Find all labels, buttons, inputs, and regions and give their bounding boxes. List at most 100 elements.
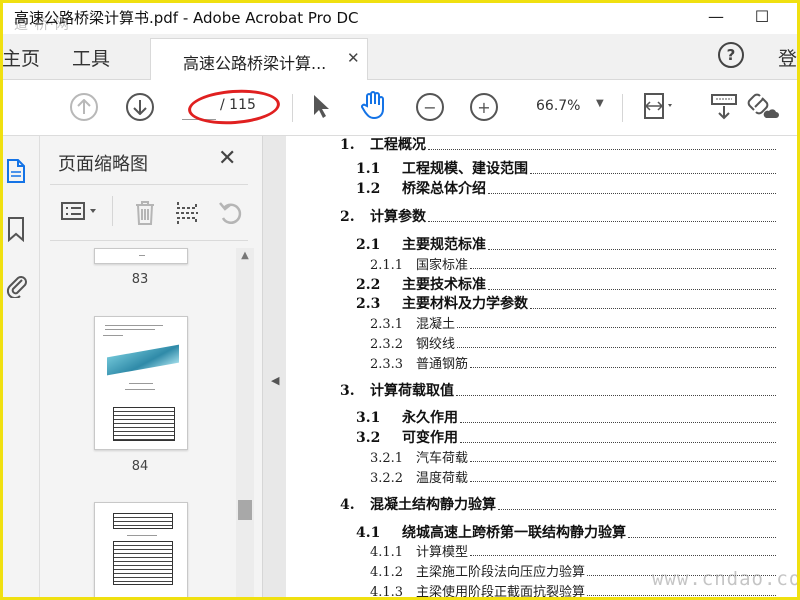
- thumbnail-label: 83: [131, 272, 149, 287]
- toc-title: 工程规模、建设范围: [402, 161, 528, 177]
- toc-entry[interactable]: 3.2.1 汽车荷载: [370, 447, 776, 466]
- toc-leader-dots: [530, 173, 776, 174]
- toc-title: 钢绞线: [416, 337, 456, 352]
- select-tool-button[interactable]: [312, 93, 330, 125]
- panel-divider: [50, 184, 248, 185]
- toc-leader-dots: [498, 509, 776, 510]
- toc-entry[interactable]: 4. 混凝土结构静力验算: [340, 494, 776, 514]
- toc-number: 2.3: [356, 296, 381, 312]
- thumbnail-label: 84: [131, 459, 149, 474]
- main-toolbar: / 115 − + 66.7% ▼: [0, 80, 800, 136]
- zoom-out-button[interactable]: −: [416, 93, 444, 121]
- page-thumbnail[interactable]: [94, 316, 188, 450]
- toc-entry[interactable]: 2.2 主要技术标准: [356, 274, 776, 294]
- thumb-table: [113, 407, 175, 441]
- rotate-page-button[interactable]: [218, 200, 244, 231]
- toc-leader-dots: [456, 395, 776, 396]
- zoom-dropdown-icon[interactable]: ▼: [596, 98, 604, 109]
- document-view[interactable]: 1. 工程概况 1.1 工程规模、建设范围 1.2 桥梁总体介绍 2. 计算参数 2.1 主要规范…: [286, 136, 800, 600]
- toc-title: 桥梁总体介绍: [402, 181, 486, 197]
- toc-entry[interactable]: 4.1 绕城高速上跨桥第一联结构静力验算: [356, 522, 776, 542]
- toc-leader-dots: [587, 595, 776, 596]
- toc-leader-dots: [530, 308, 776, 309]
- toc-title: 温度荷载: [416, 471, 469, 486]
- toc-number: 4.1: [356, 525, 381, 541]
- thumb-text-line: [129, 383, 153, 384]
- signin-link[interactable]: 登: [778, 44, 797, 71]
- page-thumbnail[interactable]: [94, 502, 188, 600]
- toc-leader-dots: [488, 193, 776, 194]
- toc-leader-dots: [470, 481, 776, 482]
- toc-title: 主要技术标准: [402, 277, 486, 293]
- pointer-arrow-icon: [314, 95, 329, 118]
- toc-leader-dots: [488, 249, 776, 250]
- close-panel-icon[interactable]: ✕: [218, 146, 236, 171]
- tab-home[interactable]: 主页: [2, 44, 40, 71]
- toc-entry[interactable]: 2.3 主要材料及力学参数: [356, 293, 776, 313]
- extract-page-button[interactable]: [174, 200, 200, 231]
- toc-title: 主梁使用阶段正截面抗裂验算: [416, 585, 586, 600]
- maximize-button[interactable]: ☐: [742, 4, 782, 28]
- page-thumbnails-panel: 页面缩略图 ✕ 83 84 85: [40, 136, 262, 600]
- bookmarks-button[interactable]: [6, 216, 26, 248]
- toc-number: 2.3.1: [370, 317, 404, 332]
- toc-entry[interactable]: 3.2.2 温度荷载: [370, 467, 776, 486]
- toc-number: 3.2: [356, 430, 381, 446]
- toc-entry[interactable]: 2.3.1 混凝土: [370, 313, 776, 332]
- toc-title: 混凝土: [416, 317, 456, 332]
- toc-entry[interactable]: 1.2 桥梁总体介绍: [356, 178, 776, 198]
- zoom-level-select[interactable]: 66.7%: [536, 98, 580, 114]
- hand-icon: [361, 91, 384, 120]
- toc-title: 工程概况: [370, 137, 426, 153]
- fit-page-button[interactable]: [642, 92, 676, 128]
- delete-page-button[interactable]: [134, 200, 156, 231]
- toc-entry[interactable]: 4.1.1 计算模型: [370, 541, 776, 560]
- thumb-text-line: [105, 329, 155, 330]
- toc-title: 主要材料及力学参数: [402, 296, 528, 312]
- page-thumbnails-button[interactable]: [6, 158, 26, 190]
- collapse-panel-handle[interactable]: ◀: [262, 136, 286, 600]
- keyboard-scroll-icon: [711, 94, 737, 120]
- zoom-in-button[interactable]: +: [470, 93, 498, 121]
- previous-page-button[interactable]: [70, 93, 98, 121]
- panel-title: 页面缩略图: [58, 154, 148, 175]
- thumb-bridge-model-image: [107, 344, 179, 376]
- thumb-table: [113, 513, 173, 529]
- thumbnail-options-button[interactable]: [60, 200, 100, 227]
- scrollbar-thumb[interactable]: [238, 500, 252, 520]
- toc-number: 1.2: [356, 181, 381, 197]
- thumbnail-scrollbar[interactable]: ▲: [236, 248, 254, 600]
- tab-document[interactable]: 高速公路桥梁计算... ✕: [150, 38, 368, 80]
- toc-leader-dots: [488, 289, 776, 290]
- toc-entry[interactable]: 2.1.1 国家标准: [370, 254, 776, 273]
- toc-entry[interactable]: 2.3.3 普通钢筋: [370, 353, 776, 372]
- attachments-button[interactable]: [6, 272, 28, 304]
- toc-number: 2.1.1: [370, 258, 404, 273]
- share-link-button[interactable]: [746, 90, 780, 128]
- toc-entry[interactable]: 3. 计算荷载取值: [340, 380, 776, 400]
- page-thumbnails-icon: [7, 159, 25, 183]
- toc-number: 2.3.2: [370, 337, 404, 352]
- toc-entry[interactable]: 2.3.2 钢绞线: [370, 333, 776, 352]
- toc-leader-dots: [470, 268, 776, 269]
- toc-leader-dots: [428, 149, 776, 150]
- toc-entry[interactable]: 1. 工程概况: [340, 136, 776, 154]
- scroll-mode-button[interactable]: [710, 92, 738, 128]
- toc-entry[interactable]: 3.1 永久作用: [356, 407, 776, 427]
- toc-entry[interactable]: 2. 计算参数: [340, 206, 776, 226]
- thumb-text-line: [125, 389, 155, 390]
- toc-entry[interactable]: 1.1 工程规模、建设范围: [356, 158, 776, 178]
- close-tab-icon[interactable]: ✕: [347, 49, 360, 67]
- minimize-button[interactable]: —: [696, 4, 736, 28]
- tab-tools[interactable]: 工具: [72, 44, 110, 71]
- page-thumbnail[interactable]: [94, 248, 188, 264]
- toc-number: 4.1.1: [370, 545, 404, 560]
- toc-entry[interactable]: 2.1 主要规范标准: [356, 234, 776, 254]
- hand-tool-button[interactable]: [360, 90, 388, 126]
- scroll-up-icon[interactable]: ▲: [236, 250, 254, 261]
- next-page-button[interactable]: [126, 93, 154, 121]
- toc-entry[interactable]: 3.2 可变作用: [356, 427, 776, 447]
- toc-number: 4.: [340, 497, 355, 513]
- help-icon[interactable]: ?: [718, 42, 744, 68]
- toc-leader-dots: [470, 461, 776, 462]
